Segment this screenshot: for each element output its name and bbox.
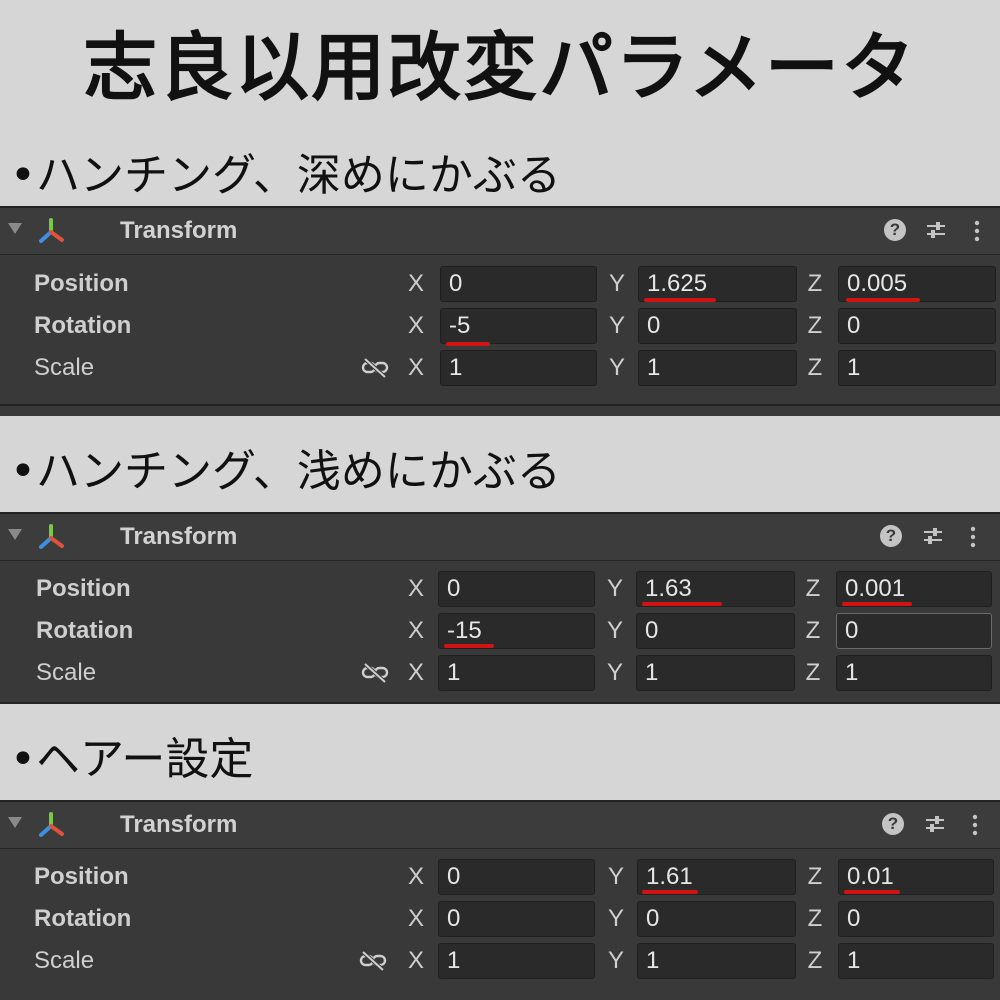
- rotation-y-field[interactable]: 0: [636, 613, 795, 649]
- axis-z-label[interactable]: Z: [805, 857, 825, 897]
- axis-y-label[interactable]: Y: [607, 264, 627, 304]
- highlight-underline: [644, 298, 716, 302]
- rotation-z-field[interactable]: 0: [838, 308, 996, 344]
- kebab-menu-icon[interactable]: [966, 525, 980, 549]
- axis-z-label[interactable]: Z: [803, 569, 823, 609]
- scale-y-field[interactable]: 1: [638, 350, 797, 386]
- axis-x-label[interactable]: X: [406, 611, 426, 651]
- rotation-y-field[interactable]: 0: [638, 308, 797, 344]
- panel-header[interactable]: Transform ?: [0, 208, 1000, 255]
- axis-x-label[interactable]: X: [406, 306, 426, 346]
- triangle-down-icon[interactable]: [8, 223, 22, 234]
- axis-x-label[interactable]: X: [406, 941, 426, 981]
- sliders-icon[interactable]: [925, 219, 947, 241]
- axis-z-label[interactable]: Z: [805, 899, 825, 939]
- axis-z-label[interactable]: Z: [805, 941, 825, 981]
- highlight-underline: [844, 890, 900, 894]
- rotation-label: Rotation: [34, 905, 132, 932]
- kebab-menu-icon[interactable]: [968, 813, 982, 837]
- section-heading-shallow: •ハンチング、浅めにかぶる: [10, 446, 561, 497]
- axis-x-label[interactable]: X: [406, 348, 426, 388]
- position-x-field[interactable]: 0: [438, 859, 595, 895]
- rotation-x-field[interactable]: -5: [440, 308, 597, 344]
- scale-y-field[interactable]: 1: [636, 655, 795, 691]
- rotation-label: Rotation: [36, 617, 134, 644]
- transform-axes-icon: [39, 218, 64, 243]
- section-heading-hair: •ヘアー設定: [10, 734, 254, 785]
- scale-z-field[interactable]: 1: [838, 350, 996, 386]
- panel-header[interactable]: Transform ?: [0, 514, 1000, 561]
- scale-z-field[interactable]: 1: [838, 943, 994, 979]
- axis-x-label[interactable]: X: [406, 569, 426, 609]
- scale-y-field[interactable]: 1: [637, 943, 796, 979]
- scale-x-field[interactable]: 1: [438, 943, 595, 979]
- highlight-underline: [642, 890, 698, 894]
- axis-y-label[interactable]: Y: [606, 857, 626, 897]
- rotation-x-field[interactable]: 0: [438, 901, 595, 937]
- axis-x-label[interactable]: X: [406, 264, 426, 304]
- axis-y-label[interactable]: Y: [606, 941, 626, 981]
- highlight-underline: [642, 602, 722, 606]
- unlinked-chain-icon[interactable]: [359, 950, 387, 972]
- position-label: Position: [34, 270, 129, 297]
- highlight-underline: [446, 342, 490, 346]
- component-title: Transform: [120, 811, 238, 838]
- triangle-down-icon[interactable]: [8, 817, 22, 828]
- panel-edge: [0, 406, 1000, 416]
- sliders-icon[interactable]: [922, 525, 944, 547]
- axis-z-label[interactable]: Z: [805, 348, 825, 388]
- rotation-label: Rotation: [34, 312, 132, 339]
- unlinked-chain-icon[interactable]: [361, 662, 389, 684]
- unlinked-chain-icon[interactable]: [361, 357, 389, 379]
- triangle-down-icon[interactable]: [8, 529, 22, 540]
- axis-y-label[interactable]: Y: [606, 899, 626, 939]
- scale-label: Scale: [34, 354, 95, 381]
- section-heading-deep: •ハンチング、深めにかぶる: [10, 150, 561, 201]
- position-x-field[interactable]: 0: [440, 266, 597, 302]
- highlight-underline: [444, 644, 494, 648]
- axis-z-label[interactable]: Z: [803, 653, 823, 693]
- rotation-y-field[interactable]: 0: [637, 901, 796, 937]
- position-label: Position: [34, 863, 129, 890]
- sliders-icon[interactable]: [924, 813, 946, 835]
- position-label: Position: [36, 575, 131, 602]
- position-x-field[interactable]: 0: [438, 571, 595, 607]
- scale-x-field[interactable]: 1: [440, 350, 597, 386]
- panel-header[interactable]: Transform ?: [0, 802, 1000, 849]
- component-title: Transform: [120, 523, 238, 550]
- axis-y-label[interactable]: Y: [605, 653, 625, 693]
- highlight-underline: [842, 602, 912, 606]
- highlight-underline: [846, 298, 920, 302]
- rotation-z-field[interactable]: 0: [836, 613, 992, 649]
- axis-z-label[interactable]: Z: [805, 306, 825, 346]
- axis-y-label[interactable]: Y: [607, 348, 627, 388]
- axis-z-label[interactable]: Z: [805, 264, 825, 304]
- scale-x-field[interactable]: 1: [438, 655, 595, 691]
- transform-axes-icon: [39, 812, 64, 837]
- transform-panel-hair: Transform ? Position X 0 Y 1.61 Z 0.01 R…: [0, 800, 1000, 1000]
- axis-z-label[interactable]: Z: [803, 611, 823, 651]
- help-icon[interactable]: ?: [880, 525, 902, 547]
- axis-x-label[interactable]: X: [406, 857, 426, 897]
- axis-y-label[interactable]: Y: [607, 306, 627, 346]
- component-title: Transform: [120, 217, 238, 244]
- axis-x-label[interactable]: X: [406, 653, 426, 693]
- help-icon[interactable]: ?: [884, 219, 906, 241]
- scale-label: Scale: [34, 947, 95, 974]
- axis-x-label[interactable]: X: [406, 899, 426, 939]
- kebab-menu-icon[interactable]: [970, 219, 984, 243]
- axis-y-label[interactable]: Y: [605, 611, 625, 651]
- page-title: 志良以用改変パラメータ: [83, 25, 917, 111]
- position-z-field[interactable]: 0.005: [838, 266, 996, 302]
- transform-panel-deep: Transform ? Position X 0 Y 1.625 Z 0.005…: [0, 206, 1000, 406]
- help-icon[interactable]: ?: [882, 813, 904, 835]
- scale-label: Scale: [36, 659, 97, 686]
- axis-y-label[interactable]: Y: [605, 569, 625, 609]
- scale-z-field[interactable]: 1: [836, 655, 992, 691]
- transform-panel-shallow: Transform ? Position X 0 Y 1.63 Z 0.001 …: [0, 512, 1000, 704]
- rotation-z-field[interactable]: 0: [838, 901, 994, 937]
- transform-axes-icon: [39, 524, 64, 549]
- position-y-field[interactable]: 1.625: [638, 266, 797, 302]
